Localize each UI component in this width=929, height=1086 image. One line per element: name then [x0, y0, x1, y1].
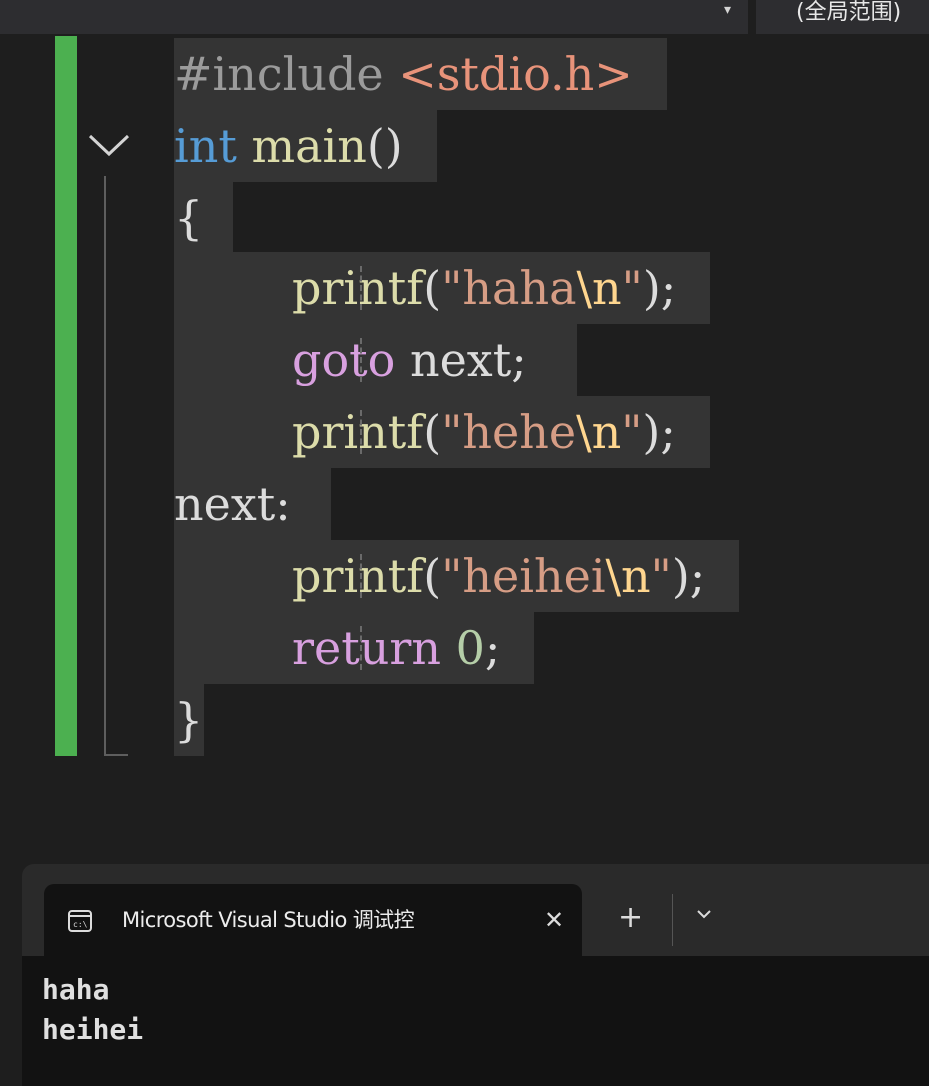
code-editor[interactable]: #include <stdio.h> int main() { printf("…: [0, 36, 929, 836]
code-line-close-brace[interactable]: }: [174, 684, 204, 756]
chevron-down-icon[interactable]: [692, 902, 716, 926]
indent-guide: [360, 266, 362, 310]
terminal-tab[interactable]: c:\ Microsoft Visual Studio 调试控 ✕: [44, 884, 582, 956]
scope-bar: ▾ (全局范围): [0, 0, 929, 34]
close-icon[interactable]: ✕: [544, 904, 564, 936]
indent-guide: [360, 554, 362, 598]
scope-bar-separator: [748, 0, 756, 34]
code-line-return[interactable]: return 0;: [174, 612, 535, 684]
tab-divider: [672, 894, 673, 946]
scope-dropdown[interactable]: (全局范围): [796, 0, 901, 26]
code-line-include[interactable]: #include <stdio.h>: [174, 38, 667, 110]
output-line: haha: [42, 973, 110, 1006]
terminal-output[interactable]: haha heihei: [22, 956, 929, 1086]
terminal-tab-title: Microsoft Visual Studio 调试控: [122, 908, 415, 932]
fold-guide-line: [104, 176, 128, 756]
code-line-printf-haha[interactable]: printf("haha\n");: [174, 252, 711, 324]
code-line-label[interactable]: next:: [174, 468, 331, 540]
new-tab-button[interactable]: +: [618, 900, 643, 936]
output-line: heihei: [42, 1013, 144, 1046]
function-name: main: [251, 119, 367, 173]
type-keyword: int: [174, 119, 237, 173]
code-line-printf-heihei[interactable]: printf("heihei\n");: [174, 540, 740, 612]
scope-dropdown-arrow[interactable]: ▾: [724, 2, 731, 18]
indent-guide: [360, 338, 362, 382]
indent-guide: [360, 626, 362, 670]
code-line-main[interactable]: int main(): [174, 110, 437, 182]
change-tracking-bar: [55, 36, 77, 756]
chevron-down-icon[interactable]: [86, 120, 132, 166]
code-line-goto[interactable]: goto next;: [174, 324, 577, 396]
console-icon: c:\: [68, 910, 92, 932]
indent-guide: [360, 410, 362, 454]
code-line-open-brace[interactable]: {: [174, 182, 234, 254]
code-line-printf-hehe[interactable]: printf("hehe\n");: [174, 396, 710, 468]
goto-label: next:: [174, 477, 291, 531]
preprocessor-directive: #include: [174, 47, 384, 101]
include-header: <stdio.h>: [398, 47, 633, 101]
debug-console-window: c:\ Microsoft Visual Studio 调试控 ✕ + haha…: [22, 864, 929, 1086]
svg-text:c:\: c:\: [73, 920, 88, 929]
